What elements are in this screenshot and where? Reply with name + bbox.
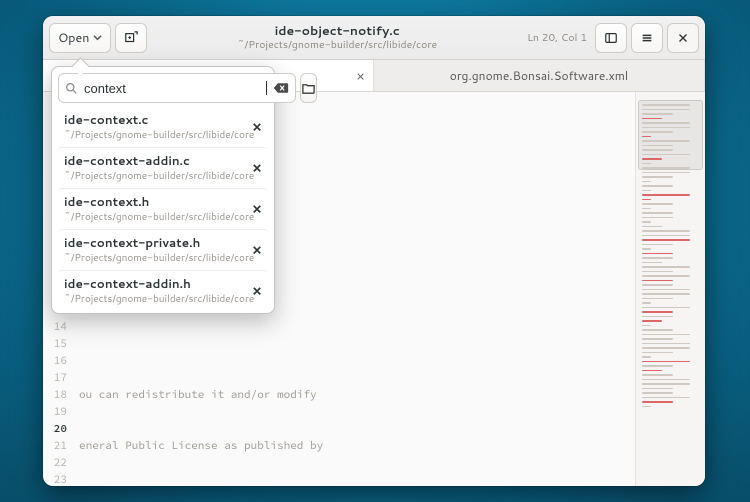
open-menu-button[interactable]: Open	[49, 23, 111, 53]
search-icon	[65, 82, 78, 95]
result-filename: ide-context-private.h	[64, 234, 262, 251]
tab-label: org.gnome.Bonsai.Software.xml	[450, 67, 628, 84]
result-remove-icon[interactable]: ✕	[252, 160, 262, 177]
result-remove-icon[interactable]: ✕	[252, 283, 262, 300]
result-path: ~/Projects/gnome-builder/src/libide/core	[64, 292, 262, 306]
cursor-position: Ln 20, Col 1	[527, 31, 587, 45]
result-remove-icon[interactable]: ✕	[252, 119, 262, 136]
title-area: ide-object-notify.c ~/Projects/gnome-bui…	[151, 24, 523, 50]
open-label: Open	[58, 29, 89, 47]
search-result[interactable]: ide-context-private.h~/Projects/gnome-bu…	[58, 229, 268, 270]
hamburger-icon	[640, 31, 654, 45]
folder-open-icon	[301, 81, 316, 96]
headerbar: Open ide-object-notify.c ~/Projects/gnom…	[43, 16, 705, 60]
search-result[interactable]: ide-context.c~/Projects/gnome-builder/sr…	[58, 107, 268, 147]
quick-open-popover: ide-context.c~/Projects/gnome-builder/sr…	[51, 66, 275, 314]
result-filename: ide-context-addin.c	[64, 152, 262, 169]
search-input[interactable]	[84, 81, 260, 96]
minimap[interactable]	[635, 92, 705, 486]
minimap-lines	[642, 104, 699, 476]
chevron-down-icon	[93, 29, 102, 47]
menu-button[interactable]	[631, 23, 663, 53]
close-window-button[interactable]	[667, 23, 699, 53]
result-path: ~/Projects/gnome-builder/src/libide/core	[64, 251, 262, 265]
toggle-sidebar-button[interactable]	[595, 23, 627, 53]
new-tab-icon	[124, 31, 138, 45]
close-icon	[676, 31, 690, 45]
sidebar-icon	[604, 31, 618, 45]
text-caret	[266, 81, 267, 95]
result-filename: ide-context.c	[64, 111, 262, 128]
search-result[interactable]: ide-context-addin.h~/Projects/gnome-buil…	[58, 270, 268, 311]
result-filename: ide-context-addin.h	[64, 275, 262, 292]
search-field[interactable]	[58, 73, 296, 103]
backspace-clear-icon[interactable]	[273, 81, 289, 95]
result-path: ~/Projects/gnome-builder/src/libide/core	[64, 128, 262, 142]
window-subtitle: ~/Projects/gnome-builder/src/libide/core	[151, 39, 523, 51]
result-path: ~/Projects/gnome-builder/src/libide/core	[64, 169, 262, 183]
search-results: ide-context.c~/Projects/gnome-builder/sr…	[58, 107, 268, 311]
result-remove-icon[interactable]: ✕	[252, 201, 262, 218]
result-remove-icon[interactable]: ✕	[252, 242, 262, 259]
app-window: Open ide-object-notify.c ~/Projects/gnom…	[43, 16, 705, 486]
new-tab-button[interactable]	[115, 23, 147, 53]
tab-bonsai[interactable]: org.gnome.Bonsai.Software.xml	[374, 60, 705, 91]
close-tab-icon[interactable]: ×	[356, 66, 365, 86]
browse-folder-button[interactable]	[300, 73, 317, 103]
search-result[interactable]: ide-context-addin.c~/Projects/gnome-buil…	[58, 147, 268, 188]
window-title: ide-object-notify.c	[151, 24, 523, 38]
result-filename: ide-context.h	[64, 193, 262, 210]
search-result[interactable]: ide-context.h~/Projects/gnome-builder/sr…	[58, 188, 268, 229]
result-path: ~/Projects/gnome-builder/src/libide/core	[64, 210, 262, 224]
